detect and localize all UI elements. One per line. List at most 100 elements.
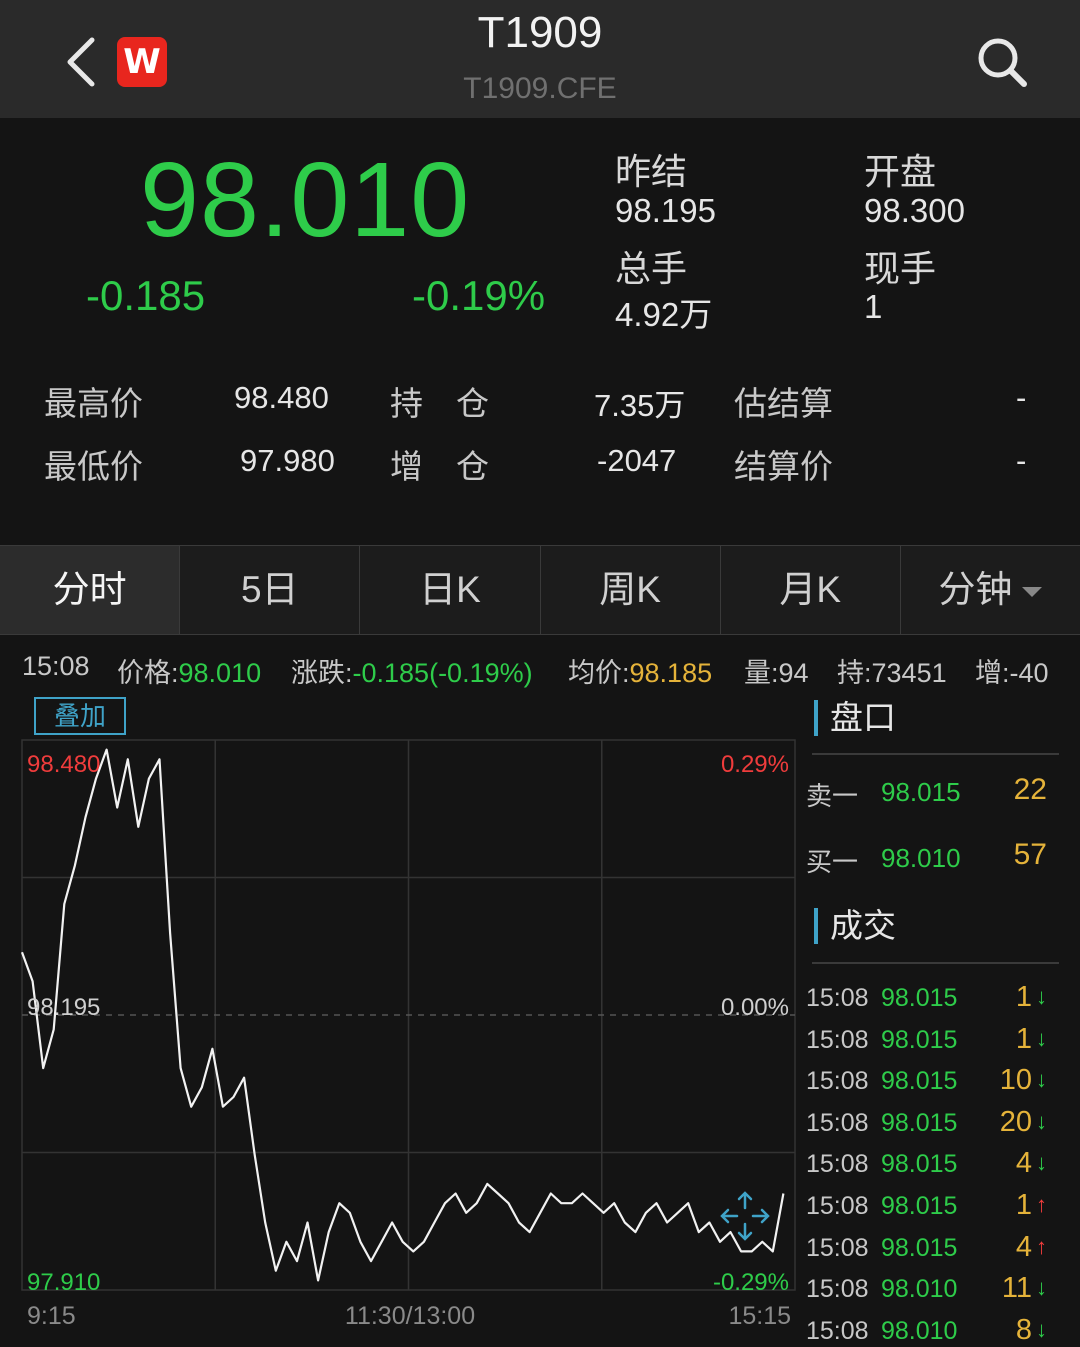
trade-volume: 11 — [1001, 1272, 1032, 1305]
trades-title: 成交 — [814, 908, 896, 944]
trade-volume: 1 — [1015, 981, 1032, 1013]
chart-series — [20, 748, 785, 1282]
est-settle-value: - — [1016, 380, 1027, 415]
volume-value: 4.92万 — [615, 296, 713, 333]
arrow-up-icon: ↑ — [1036, 1233, 1047, 1259]
trade-price: 98.015 — [881, 1150, 958, 1179]
tab-intraday[interactable]: 分时 — [0, 546, 181, 634]
ask1-price: 98.015 — [881, 777, 961, 807]
trade-volume: 1 — [1015, 1022, 1032, 1055]
oi-change-label: 增 仓 — [390, 448, 489, 485]
info-price-value: 98.010 — [178, 658, 262, 688]
volume-label: 总手 — [615, 248, 688, 289]
trade-price: 98.015 — [881, 1108, 958, 1137]
arrow-down-icon: ↓ — [1036, 984, 1047, 1009]
chevron-down-icon — [1022, 587, 1043, 598]
tab-monthly-k[interactable]: 月K — [721, 546, 901, 634]
last-vol-label: 现手 — [864, 248, 937, 289]
tab-minute[interactable]: 分钟 — [901, 546, 1080, 634]
arrow-down-icon: ↓ — [1036, 1150, 1047, 1176]
trade-time: 15:08 — [806, 1275, 869, 1304]
info-change: 涨跌:-0.185(-0.19%) — [291, 651, 533, 690]
tab-weekly-k[interactable]: 周K — [541, 546, 721, 634]
info-price: 价格:98.010 — [117, 651, 261, 690]
info-inc: 增:-40 — [975, 651, 1049, 690]
y-right-tick-label: 0.00% — [721, 994, 789, 1021]
low-value: 97.980 — [240, 443, 335, 478]
info-oi: 持:73451 — [837, 651, 947, 690]
trade-volume: 4 — [1015, 1147, 1032, 1180]
info-time: 15:08 — [22, 651, 90, 681]
info-oi-label: 持: — [837, 658, 872, 688]
search-icon[interactable] — [974, 34, 1030, 90]
divider — [812, 962, 1059, 964]
x-tick-label: 11:30/13:00 — [345, 1302, 475, 1330]
info-volume-label: 量: — [744, 658, 779, 688]
info-avg: 均价:98.185 — [568, 651, 712, 690]
price-change: -0.185 — [86, 272, 206, 319]
y-left-tick-label: 97.910 — [27, 1269, 100, 1296]
tab-minute-label: 分钟 — [938, 569, 1013, 610]
orderbook-title: 盘口 — [814, 700, 896, 736]
bid1-volume: 57 — [1013, 838, 1047, 871]
intraday-chart[interactable]: 98.480 98.195 97.910 0.29% 0.00% -0.29% 9:15 11… — [0, 690, 800, 1341]
open-interest-label: 持 仓 — [390, 385, 489, 422]
trade-time: 15:08 — [806, 1108, 869, 1137]
y-right-tick-label: -0.29% — [713, 1269, 789, 1296]
low-label: 最低价 — [44, 448, 143, 485]
trade-price: 98.010 — [881, 1275, 958, 1304]
trade-volume: 20 — [999, 1105, 1032, 1138]
x-tick-label: 15:15 — [728, 1302, 791, 1330]
high-label: 最高价 — [44, 385, 143, 422]
x-tick-label: 9:15 — [27, 1302, 76, 1330]
trade-time: 15:08 — [806, 1233, 869, 1262]
top-bar: W T1909 T1909.CFE — [0, 0, 1080, 118]
overlay-button[interactable]: 叠加 — [34, 697, 126, 735]
arrow-down-icon: ↓ — [1036, 1025, 1047, 1051]
last-price: 98.010 — [140, 141, 471, 259]
y-left-tick-label: 98.195 — [27, 994, 100, 1021]
open-value: 98.300 — [864, 192, 965, 229]
arrow-down-icon: ↓ — [1036, 1108, 1047, 1134]
trade-price: 98.015 — [881, 1192, 958, 1220]
prev-settle-label: 昨结 — [615, 151, 688, 192]
arrow-down-icon: ↓ — [1036, 1316, 1047, 1342]
contract-code: T1909.CFE — [463, 72, 617, 105]
info-inc-label: 增: — [975, 658, 1010, 688]
info-inc-value: -40 — [1009, 658, 1049, 688]
info-change-value: -0.185(-0.19%) — [352, 658, 533, 688]
divider — [812, 753, 1059, 755]
bid1-price: 98.010 — [881, 843, 961, 873]
ask1-label: 卖一 — [806, 781, 859, 811]
high-value: 98.480 — [234, 380, 329, 415]
arrow-down-icon: ↓ — [1036, 1067, 1047, 1093]
trade-price: 98.010 — [881, 1316, 958, 1345]
bid1-label: 买一 — [806, 847, 859, 877]
trade-volume: 10 — [999, 1064, 1032, 1097]
info-avg-label: 均价: — [568, 658, 630, 688]
last-vol-value: 1 — [864, 288, 883, 325]
y-right-tick-label: 0.29% — [721, 751, 789, 778]
arrow-down-icon: ↓ — [1036, 1275, 1047, 1301]
open-interest-value: 7.35万 — [594, 388, 686, 423]
ask1-volume: 22 — [1013, 773, 1047, 806]
tab-daily-k[interactable]: 日K — [360, 546, 541, 634]
trade-volume: 8 — [1015, 1313, 1032, 1346]
chart-period-tabs: 分时 5日 日K 周K 月K 分钟 — [0, 545, 1080, 635]
trade-time: 15:08 — [806, 1067, 869, 1096]
trade-time: 15:08 — [806, 1025, 869, 1054]
oi-change-value: -2047 — [597, 443, 677, 478]
info-avg-value: 98.185 — [629, 658, 713, 688]
open-label: 开盘 — [864, 151, 937, 192]
trade-price: 98.015 — [881, 984, 958, 1012]
y-left-tick-label: 98.480 — [27, 751, 100, 778]
settle-label: 结算价 — [734, 448, 833, 485]
trade-time: 15:08 — [806, 1316, 869, 1345]
info-volume: 量:94 — [744, 651, 809, 690]
settle-value: - — [1016, 443, 1027, 478]
tab-5day[interactable]: 5日 — [180, 546, 361, 634]
trade-price: 98.015 — [881, 1233, 958, 1262]
info-price-label: 价格: — [117, 658, 179, 688]
info-volume-value: 94 — [778, 658, 809, 688]
trade-time: 15:08 — [806, 1150, 869, 1179]
